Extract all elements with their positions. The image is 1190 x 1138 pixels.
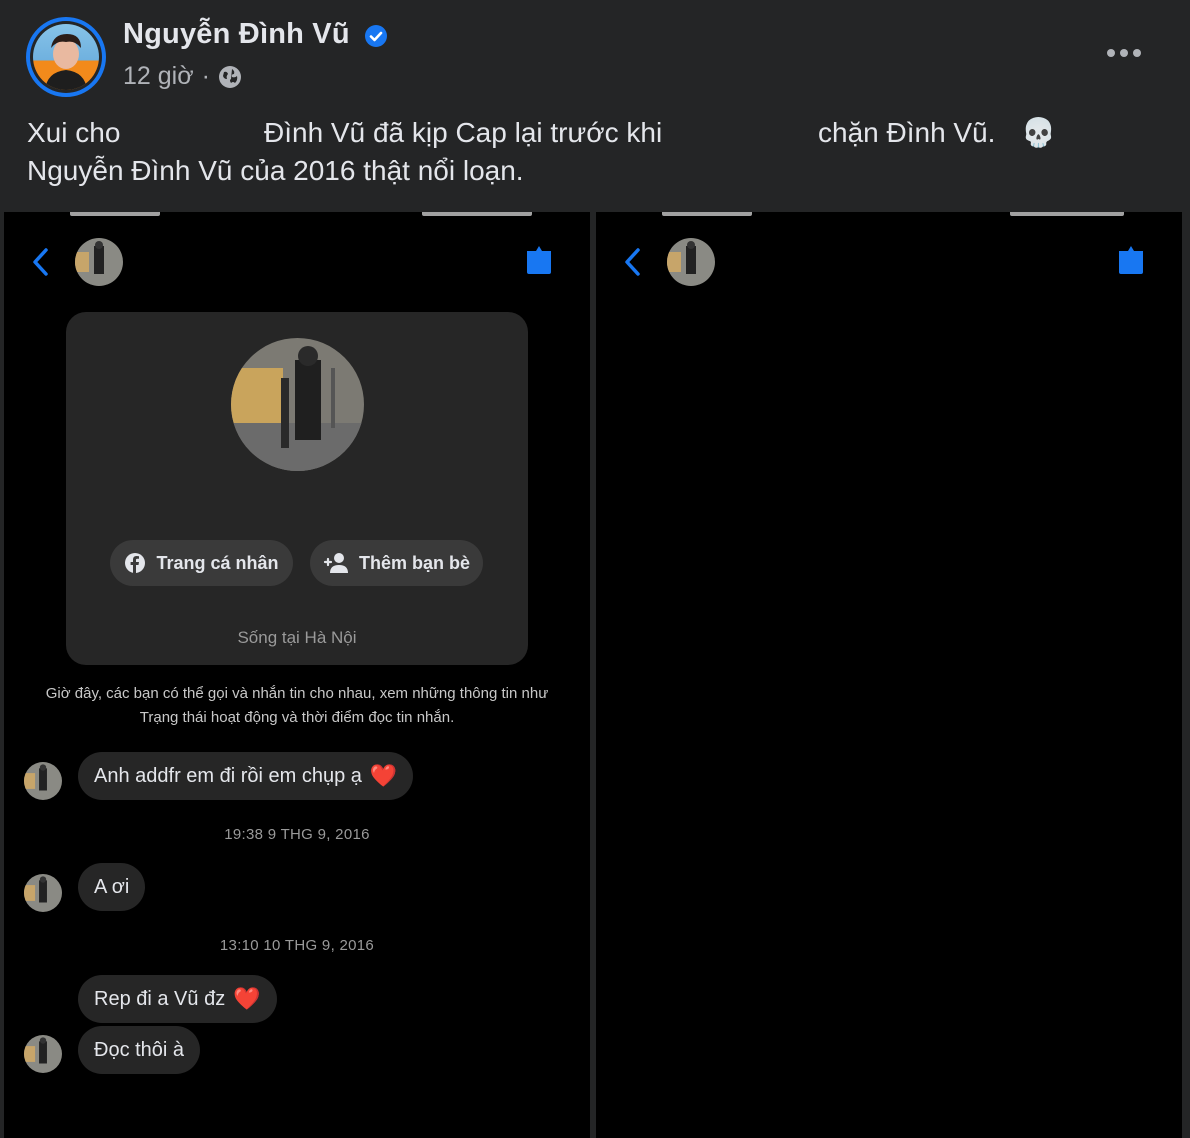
- statusbar-fragment: [70, 212, 160, 216]
- screenshot-left[interactable]: Trang cá nhân Thêm bạn bè Sống tại Hà Nộ…: [4, 212, 590, 1138]
- message-bubble[interactable]: A ơi: [78, 863, 146, 911]
- profile-button[interactable]: Trang cá nhân: [110, 540, 293, 586]
- info-line-2: Trạng thái hoạt động và thời điểm đọc ti…: [139, 709, 455, 726]
- post-header: Nguyễn Đình Vũ 12 giờ · Xui cho Đình Vũ …: [0, 0, 1190, 212]
- post-time[interactable]: 12 giờ: [123, 62, 194, 91]
- statusbar-fragment: [1010, 212, 1124, 216]
- message-text: Rep đi a Vũ đz: [94, 987, 226, 1010]
- chat-avatar: [667, 238, 715, 286]
- shield-icon: [527, 246, 551, 274]
- location-text: Sống tại Hà Nội: [237, 628, 357, 647]
- more-dots-icon: [1107, 49, 1141, 57]
- message-timestamp: 19:38 9 THG 9, 2016: [224, 826, 370, 843]
- message-text: Đọc thôi à: [94, 1038, 185, 1061]
- caption-part-3: chặn Đình Vũ.: [818, 117, 996, 148]
- author-name[interactable]: Nguyễn Đình Vũ: [123, 18, 350, 51]
- caption-part-2: Đình Vũ đã kịp Cap lại trước khi: [264, 117, 663, 148]
- more-options-button[interactable]: [1100, 36, 1148, 70]
- shield-icon: [1119, 246, 1143, 274]
- back-chevron-icon: [625, 248, 640, 276]
- message-text: Anh addfr em đi rồi em chụp ạ: [94, 764, 362, 787]
- profile-card: Trang cá nhân Thêm bạn bè Sống tại Hà Nộ…: [66, 312, 528, 665]
- caption-line-2: Nguyễn Đình Vũ của 2016 thật nổi loạn.: [27, 155, 524, 186]
- post-meta: 12 giờ ·: [123, 62, 242, 91]
- add-friend-button[interactable]: Thêm bạn bè: [310, 540, 483, 586]
- message-avatar: [24, 1035, 62, 1073]
- facebook-icon: [125, 553, 146, 573]
- globe-icon: [218, 65, 241, 88]
- chat-avatar: [75, 238, 123, 286]
- message-bubble[interactable]: Anh addfr em đi rồi em chụp ạ ❤️: [78, 752, 414, 800]
- message-avatar: [24, 762, 62, 800]
- message-text: A ơi: [94, 875, 130, 898]
- statusbar-fragment: [662, 212, 752, 216]
- profile-picture: [231, 338, 364, 471]
- message-timestamp: 13:10 10 THG 9, 2016: [219, 937, 375, 954]
- caption-part-1: Xui cho: [27, 117, 121, 148]
- author-avatar[interactable]: [26, 17, 106, 97]
- back-chevron-icon: [33, 248, 48, 276]
- statusbar-fragment: [422, 212, 532, 216]
- add-friend-icon: [323, 553, 348, 573]
- profile-button-label: Trang cá nhân: [156, 552, 279, 573]
- meta-separator: ·: [201, 62, 210, 90]
- heart-emoji: ❤️: [233, 986, 261, 1011]
- add-friend-label: Thêm bạn bè: [358, 552, 470, 573]
- verified-badge-icon: [365, 25, 387, 47]
- skull-emoji: 💀: [1021, 117, 1056, 148]
- heart-emoji: ❤️: [369, 763, 398, 788]
- message-bubble[interactable]: Đọc thôi à: [78, 1026, 201, 1074]
- message-bubble[interactable]: Rep đi a Vũ đz ❤️: [78, 975, 277, 1023]
- screenshot-right[interactable]: [596, 212, 1182, 1138]
- info-line-1: Giờ đây, các bạn có thể gọi và nhắn tin …: [45, 685, 549, 702]
- message-avatar: [24, 874, 62, 912]
